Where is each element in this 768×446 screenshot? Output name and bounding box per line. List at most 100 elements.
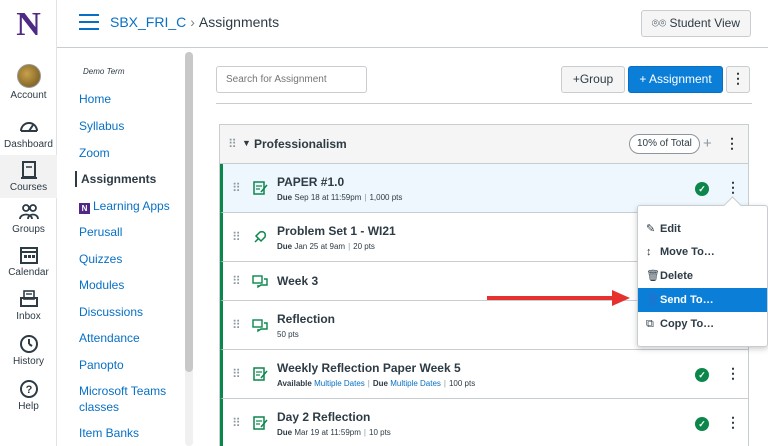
available-dates-link[interactable]: Multiple Dates [314,379,365,388]
drag-handle-icon[interactable]: ⠿ [232,181,241,195]
nav-history[interactable]: History [0,333,57,367]
menu-item-delete[interactable]: 🗑 Delete [638,264,767,288]
assignment-title[interactable]: Weekly Reflection Paper Week 5 [277,361,461,375]
assignment-title[interactable]: PAPER #1.0 [277,175,344,189]
nav-account[interactable]: Account [0,64,57,101]
menu-item-label: Edit [660,223,681,235]
course-nav: Demo Term Home Syllabus Zoom Assignments… [75,48,187,446]
course-nav-perusall[interactable]: Perusall [79,224,122,240]
avatar-icon [16,64,41,88]
assignment-meta: Due Mar 19 at 11:59pm | 10 pts [277,428,391,437]
drag-handle-icon[interactable]: ⠿ [232,318,241,332]
term-label: Demo Term [83,67,125,76]
due-label: Due [277,193,293,202]
menu-item-edit[interactable]: ✎ Edit [638,217,767,241]
course-nav-quizzes[interactable]: Quizzes [79,251,122,267]
assignment-row[interactable]: ⠿ Day 2 Reflection Due Mar 19 at 11:59pm… [220,399,748,446]
row-kebab-icon[interactable]: ⋮ [726,365,740,382]
points: 10 pts [369,428,391,437]
scrollbar-thumb[interactable] [185,52,193,372]
due-dates-link[interactable]: Multiple Dates [390,379,441,388]
nav-label: Inbox [16,311,41,322]
nav-courses[interactable]: Courses [0,155,57,198]
nav-label: Help [18,401,39,412]
discussion-icon [252,275,268,289]
menu-item-label: Move To… [660,246,715,258]
course-nav-syllabus[interactable]: Syllabus [79,118,124,134]
due-label: Due [277,242,293,251]
rocket-icon [254,231,266,243]
row-kebab-icon[interactable]: ⋮ [726,179,740,196]
available-label: Available [277,379,312,388]
published-check-icon[interactable]: ✓ [695,368,709,382]
drag-handle-icon[interactable]: ⠿ [228,137,237,151]
nav-help[interactable]: ? Help [0,378,57,412]
assignment-meta: Available Multiple Dates | Due Multiple Da… [277,379,476,388]
breadcrumb-current: Assignments [198,14,280,30]
nav-dashboard[interactable]: Dashboard [0,116,57,150]
drag-handle-icon[interactable]: ⠿ [232,230,241,244]
group-kebab-icon[interactable]: ⋮ [725,135,739,152]
drag-handle-icon[interactable]: ⠿ [232,274,241,288]
course-nav-home[interactable]: Home [79,91,111,107]
nav-label: Courses [9,182,48,193]
due-date: Sep 18 at 11:59pm [294,193,362,202]
course-nav-scrollbar[interactable] [185,52,193,446]
assignment-title[interactable]: Week 3 [277,274,318,288]
course-nav-attendance[interactable]: Attendance [79,330,140,346]
assignment-title[interactable]: Day 2 Reflection [277,410,370,424]
assignment-icon [253,181,268,195]
published-check-icon[interactable]: ✓ [695,182,709,196]
university-logo[interactable]: N [0,6,57,46]
discussion-icon [252,319,268,333]
nav-calendar[interactable]: Calendar [0,244,57,278]
breadcrumb-separator: › [190,14,195,30]
course-nav-modules[interactable]: Modules [79,277,124,293]
menu-item-move-to[interactable]: ↕ Move To… [638,240,767,264]
course-nav-microsoft-teams[interactable]: Microsoft Teams classes [79,383,179,415]
nav-groups[interactable]: Groups [0,201,57,235]
nav-label: Account [10,90,47,101]
add-group-button[interactable]: +Group [561,66,625,93]
add-item-icon[interactable]: + [703,135,712,152]
courses-icon [20,161,37,179]
drag-handle-icon[interactable]: ⠿ [232,416,241,430]
nav-inbox[interactable]: Inbox [0,288,57,322]
due-date: Jan 25 at 9am [294,242,346,251]
course-nav-discussions[interactable]: Discussions [79,304,143,320]
group-header[interactable]: ⠿ ▼ Professionalism 10% of Total + ⋮ [220,125,748,164]
calendar-icon [19,247,38,264]
student-view-button[interactable]: ⌾⌾ Student View [640,10,751,37]
pencil-icon: ✎ [646,223,656,235]
annotation-arrow [487,296,617,300]
course-nav-learning-apps[interactable]: N Learning Apps [79,198,170,214]
menu-item-send-to[interactable]: 👤 Send To… [638,288,767,312]
due-label: Due [372,379,388,388]
student-view-label: Student View [669,16,741,30]
hamburger-icon[interactable] [79,14,99,30]
course-nav-item-banks[interactable]: Item Banks [79,425,139,441]
drag-handle-icon[interactable]: ⠿ [232,367,241,381]
assignment-title[interactable]: Problem Set 1 - WI21 [277,224,396,238]
assignment-row[interactable]: ⠿ Weekly Reflection Paper Week 5 Availab… [220,350,748,399]
assignment-meta: Due Sep 18 at 11:59pm | 1,000 pts [277,193,403,202]
learning-apps-label: Learning Apps [93,199,170,213]
group-weight-badge: 10% of Total [629,134,700,154]
add-assignment-button[interactable]: + Assignment [628,66,723,93]
caret-down-icon[interactable]: ▼ [242,138,251,148]
dashboard-icon [19,122,38,132]
svg-text:?: ? [25,384,32,396]
settings-kebab-button[interactable]: ⋮ [726,66,750,93]
course-nav-panopto[interactable]: Panopto [79,357,124,373]
row-kebab-icon[interactable]: ⋮ [726,414,740,431]
menu-item-copy-to[interactable]: ⧉ Copy To… [638,312,767,336]
published-check-icon[interactable]: ✓ [695,417,709,431]
course-nav-zoom[interactable]: Zoom [79,145,110,161]
search-input[interactable] [216,66,367,93]
divider [216,103,752,104]
course-nav-assignments[interactable]: Assignments [75,171,156,187]
nav-label: Calendar [8,267,49,278]
assignment-title[interactable]: Reflection [277,312,335,326]
group-title: Professionalism [254,137,347,151]
breadcrumb-course-link[interactable]: SBX_FRI_C [110,14,186,30]
